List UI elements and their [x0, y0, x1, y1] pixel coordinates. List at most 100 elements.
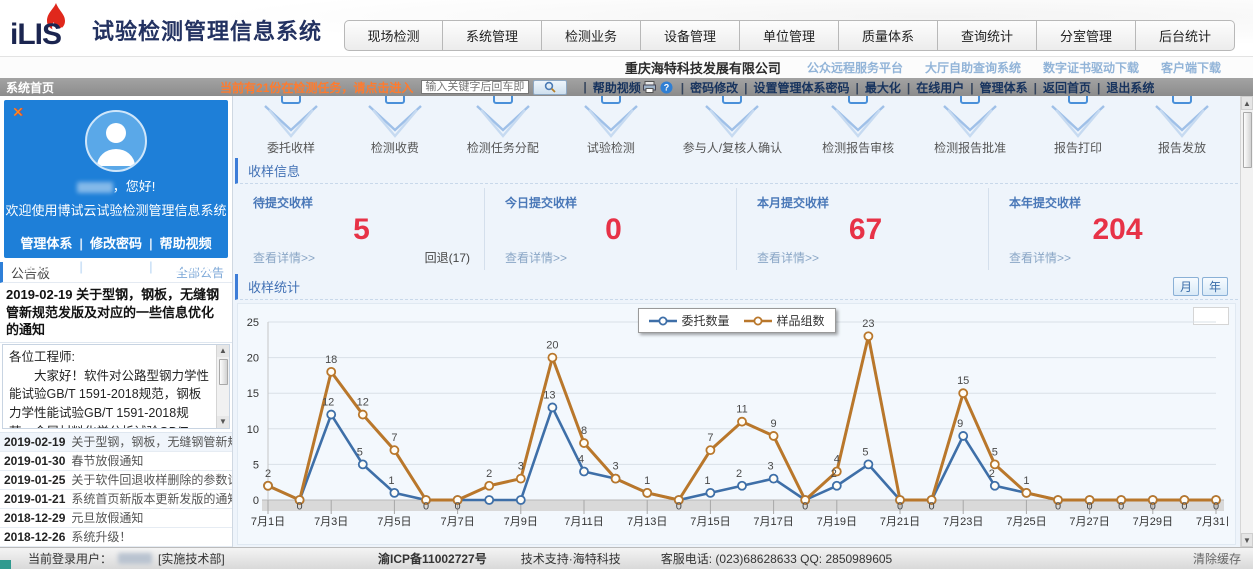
nav-tab-9[interactable]: 后台统计	[1136, 20, 1235, 51]
sidebar-links-row1: 管理体系|修改密码|帮助视频	[4, 233, 228, 252]
notice-detail-body: 各位工程师: 大家好！软件对公路型钢力学性能试验GB/T 1591-2018规范…	[2, 344, 230, 429]
notice-list-item[interactable]: 2019-01-30春节放假通知	[0, 452, 232, 471]
main-scrollbar[interactable]: ▲ ▼	[1240, 96, 1253, 547]
workflow-step[interactable]: 报告打印	[1046, 96, 1110, 156]
view-details-link[interactable]: 查看详情>>	[1009, 249, 1071, 266]
notice-date: 2018-12-29	[0, 509, 71, 527]
legend-item[interactable]: 委托数量	[648, 312, 729, 329]
toggle-year-button[interactable]: 年	[1202, 277, 1228, 296]
toolbar-link-2[interactable]: 设置管理体系密码	[753, 81, 849, 95]
svg-text:5: 5	[862, 446, 868, 458]
notice-date: 2019-01-30	[0, 452, 71, 470]
sidebar-link[interactable]: 功能搜索	[90, 259, 142, 274]
nav-tab-8[interactable]: 分室管理	[1037, 20, 1136, 51]
toolbar-link-6[interactable]: 返回首页	[1043, 81, 1091, 95]
view-details-link[interactable]: 查看详情>>	[253, 249, 315, 266]
main-nav: 现场检测系统管理检测业务设备管理单位管理质量体系查询统计分室管理后台统计	[344, 20, 1235, 51]
svg-text:9: 9	[771, 418, 777, 430]
notice-list-item[interactable]: 2019-02-19关于型钢，钢板，无缝钢管新规范发版及对应的一些信息优化的通知	[0, 433, 232, 452]
rollback-link[interactable]: 回退(17)	[425, 249, 470, 266]
notice-detail-title[interactable]: 2019-02-19 关于型钢，钢板，无缝钢管新规范发版及对应的一些信息优化的通…	[0, 283, 232, 343]
svg-text:3: 3	[613, 461, 619, 473]
notice-scrollbar[interactable]: ▲ ▼	[216, 345, 229, 428]
svg-text:2: 2	[265, 468, 271, 480]
scroll-up-icon[interactable]: ▲	[1241, 96, 1253, 110]
notice-date: 2019-01-21	[0, 490, 71, 508]
workflow-step[interactable]: 报告发放	[1150, 96, 1214, 156]
close-icon[interactable]: ✕	[12, 104, 24, 121]
separator: |	[744, 81, 747, 95]
view-details-link[interactable]: 查看详情>>	[757, 249, 819, 266]
scroll-down-icon[interactable]: ▼	[1241, 533, 1253, 547]
svg-text:?: ?	[664, 82, 670, 92]
quick-link-3[interactable]: 数字证书驱动下载	[1043, 61, 1139, 75]
section-title: 收样信息	[248, 161, 1228, 180]
period-toggle: 月年	[1170, 277, 1228, 296]
task-notice-link[interactable]: 当前有21份在检测任务，请点击进入	[220, 79, 413, 96]
help-icon[interactable]: ?	[660, 81, 673, 94]
svg-text:7月5日: 7月5日	[377, 516, 411, 528]
sidebar-link[interactable]: 管理体系	[20, 236, 72, 251]
sample-info-header: 收样信息	[235, 158, 1238, 184]
notice-list-item[interactable]: 2018-12-29元旦放假通知	[0, 509, 232, 528]
clear-cache-link[interactable]: 清除缓存	[1193, 550, 1241, 567]
company-strip: 重庆海特科技发展有限公司 公众远程服务平台大厅自助查询系统数字证书驱动下载客户端…	[0, 57, 1253, 78]
logo: iLIS	[8, 2, 78, 54]
sidebar-link[interactable]: 退出系统	[160, 259, 212, 274]
notice-list-item[interactable]: 2019-01-21系统首页新版本更新发版的通知	[0, 490, 232, 509]
toolbar-link-7[interactable]: 退出系统	[1106, 81, 1154, 95]
quick-link-2[interactable]: 大厅自助查询系统	[925, 61, 1021, 75]
workflow-step-icon	[471, 96, 535, 138]
toolbar-link-5[interactable]: 管理体系	[980, 81, 1028, 95]
svg-text:3: 3	[768, 461, 774, 473]
toolbar-link-4[interactable]: 在线用户	[916, 81, 964, 95]
workflow-step-icon	[259, 96, 323, 138]
notice-list-item[interactable]: 2019-01-25关于软件回退收样删除的参数试验数据	[0, 471, 232, 490]
workflow-step[interactable]: 检测报告批准	[934, 96, 1006, 156]
scroll-thumb[interactable]	[1243, 112, 1252, 168]
svg-text:5: 5	[992, 446, 998, 458]
toolbar-link-1[interactable]: 密码修改	[690, 81, 738, 95]
nav-tab-2[interactable]: 系统管理	[443, 20, 542, 51]
notice-list: 2019-02-19关于型钢，钢板，无缝钢管新规范发版及对应的一些信息优化的通知…	[0, 432, 232, 547]
toolbar-link-3[interactable]: 最大化	[865, 81, 901, 95]
toggle-month-button[interactable]: 月	[1173, 277, 1199, 296]
workflow-step[interactable]: 检测报告审核	[822, 96, 894, 156]
legend-item[interactable]: 样品组数	[744, 312, 825, 329]
help-video-link[interactable]: 帮助视频	[593, 79, 641, 96]
search-input[interactable]	[421, 80, 529, 94]
search-button[interactable]	[533, 80, 567, 95]
nav-tab-4[interactable]: 设备管理	[641, 20, 740, 51]
icp-number: 渝ICP备11002727号	[378, 550, 487, 567]
workflow-step[interactable]: 委托收样	[259, 96, 323, 156]
view-details-link[interactable]: 查看详情>>	[505, 249, 567, 266]
workflow-step[interactable]: 检测任务分配	[467, 96, 539, 156]
svg-text:13: 13	[543, 389, 555, 401]
nav-tab-3[interactable]: 检测业务	[542, 20, 641, 51]
printer-icon[interactable]	[643, 81, 656, 93]
avatar	[85, 110, 147, 172]
sidebar-link[interactable]: 帮助视频	[160, 236, 212, 251]
tab-system-home[interactable]: 系统首页	[0, 79, 60, 96]
sidebar-link[interactable]: 修改密码	[90, 236, 142, 251]
nav-tab-1[interactable]: 现场检测	[344, 20, 443, 51]
scroll-thumb[interactable]	[219, 359, 228, 385]
nav-tab-5[interactable]: 单位管理	[740, 20, 839, 51]
workflow-step-label: 报告打印	[1046, 139, 1110, 156]
svg-text:0: 0	[1213, 501, 1219, 513]
scroll-down-icon[interactable]: ▼	[217, 416, 229, 428]
nav-tab-7[interactable]: 查询统计	[938, 20, 1037, 51]
quick-link-4[interactable]: 客户端下载	[1161, 61, 1221, 75]
workflow-step[interactable]: 检测收费	[363, 96, 427, 156]
sidebar-links-row2: 帮助系统|功能搜索|退出系统	[4, 256, 228, 275]
stat-value: 0	[505, 211, 722, 249]
stat-card-footer: 查看详情>>	[505, 249, 722, 266]
separator: |	[1034, 81, 1037, 95]
workflow-step[interactable]: 参与人/复核人确认	[683, 96, 782, 156]
sidebar-link[interactable]: 帮助系统	[20, 259, 72, 274]
workflow-step[interactable]: 试验检测	[579, 96, 643, 156]
notice-list-item[interactable]: 2018-12-26系统升级！	[0, 528, 232, 547]
quick-link-1[interactable]: 公众远程服务平台	[807, 61, 903, 75]
nav-tab-6[interactable]: 质量体系	[839, 20, 938, 51]
scroll-up-icon[interactable]: ▲	[217, 345, 229, 357]
